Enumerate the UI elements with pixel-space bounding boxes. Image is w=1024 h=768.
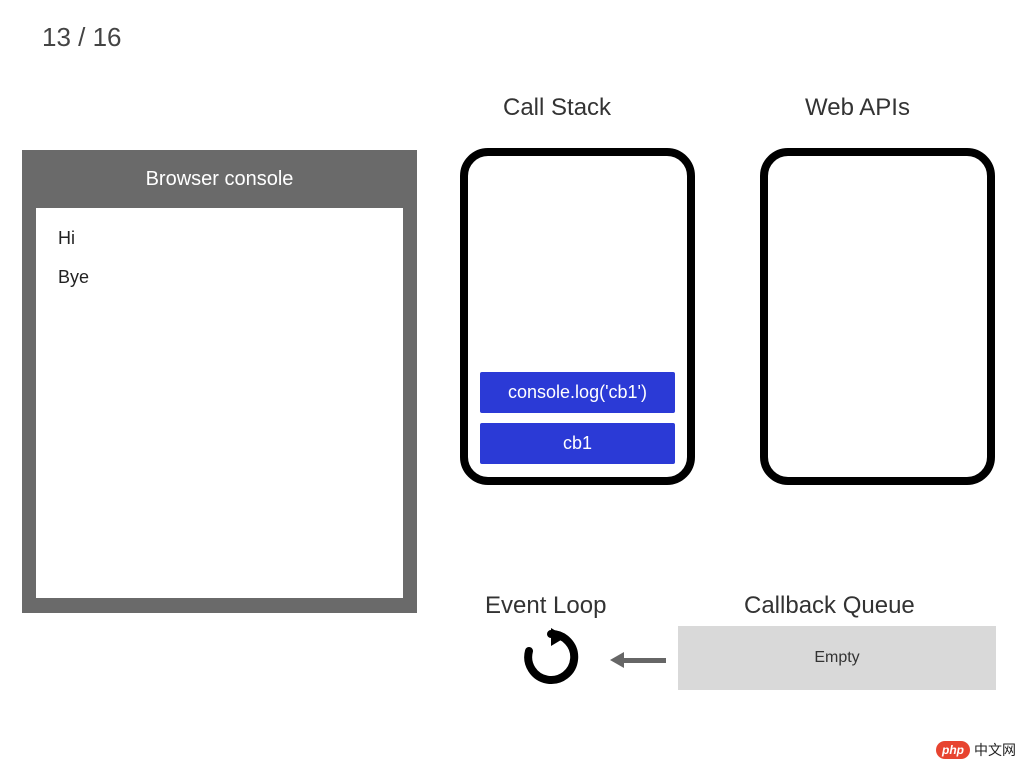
browser-console-titlebar: Browser console xyxy=(22,150,417,208)
heading-event-loop: Event Loop xyxy=(485,592,606,620)
heading-callback-queue: Callback Queue xyxy=(744,592,915,620)
console-line: Bye xyxy=(58,267,381,288)
watermark: php 中文网 xyxy=(936,740,1016,760)
arrow-queue-to-loop-icon xyxy=(610,650,666,670)
callback-queue-status: Empty xyxy=(814,649,859,667)
event-loop-icon xyxy=(522,628,580,686)
call-stack-box: console.log('cb1') cb1 xyxy=(460,148,695,485)
heading-call-stack: Call Stack xyxy=(503,94,611,122)
browser-console-body: Hi Bye xyxy=(36,208,403,598)
callback-queue-box: Empty xyxy=(678,626,996,690)
console-line: Hi xyxy=(58,228,381,249)
web-apis-box xyxy=(760,148,995,485)
browser-console-title: Browser console xyxy=(146,168,294,191)
step-counter: 13 / 16 xyxy=(42,22,122,53)
heading-web-apis: Web APIs xyxy=(805,94,910,122)
stack-frame: console.log('cb1') xyxy=(480,372,675,413)
watermark-text: 中文网 xyxy=(974,740,1016,760)
browser-console-panel: Browser console Hi Bye xyxy=(22,150,417,613)
watermark-badge: php xyxy=(936,741,970,759)
stack-frame: cb1 xyxy=(480,423,675,464)
